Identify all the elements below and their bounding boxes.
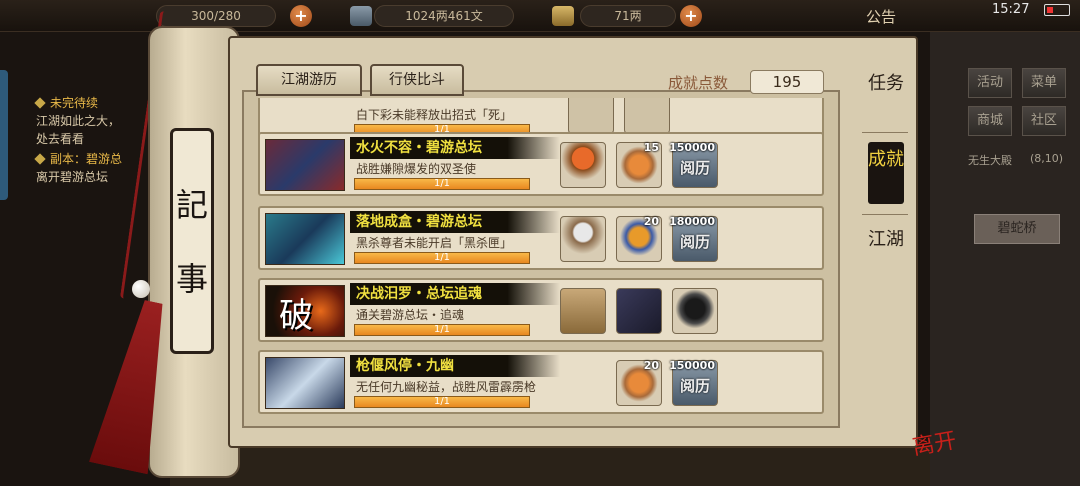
achievement-row[interactable]: 落地成盒・碧游总坛 黑杀尊者未能开启「黑杀匣」 1/1 20 180000 阅历 bbox=[258, 206, 824, 270]
bottom-menu-bar bbox=[170, 446, 930, 486]
quest-panel-edge bbox=[0, 70, 8, 200]
achievement-title: 枪偃风停・九幽 bbox=[350, 355, 560, 377]
diamond-icon bbox=[34, 97, 46, 109]
dungeon-text: 离开碧游总坛 bbox=[36, 170, 109, 184]
tab-divider bbox=[862, 214, 908, 215]
book-icon[interactable]: 180000 阅历 bbox=[669, 215, 718, 262]
orb-stand-icon[interactable] bbox=[560, 142, 606, 188]
location-name: 无生大殿 bbox=[968, 154, 1012, 167]
progress-bar: 1/1 bbox=[354, 396, 530, 408]
achievement-title: 决战汨罗・总坛追魂 bbox=[350, 283, 560, 305]
bridge-button[interactable]: 碧蛇桥 bbox=[974, 214, 1060, 244]
gold-ingot-icon bbox=[552, 6, 574, 26]
location-coords: (8,10) bbox=[1030, 152, 1064, 165]
dungeon-title: 副本：碧游总 bbox=[34, 150, 122, 167]
achievement-title: 水火不容・碧游总坛 bbox=[350, 137, 560, 159]
stamina-counter: 300/280 bbox=[156, 5, 276, 27]
reward-count: 15 bbox=[643, 141, 659, 154]
armor-icon[interactable] bbox=[616, 288, 662, 334]
achievement-title: 落地成盒・碧游总坛 bbox=[350, 211, 560, 233]
tab-jianghu[interactable]: 江湖 bbox=[868, 228, 904, 280]
achievement-thumbnail bbox=[265, 357, 345, 409]
reward-count: 150000 bbox=[669, 359, 715, 372]
book-icon[interactable]: 150000 阅历 bbox=[669, 141, 718, 188]
tab-divider bbox=[862, 132, 908, 133]
activity-button[interactable]: 活动 bbox=[968, 68, 1012, 98]
money-counter: 1024两461文 bbox=[374, 5, 514, 27]
achievement-desc: 战胜嫌隙爆发的双圣使 bbox=[356, 162, 477, 176]
reward-count: 20 bbox=[643, 215, 659, 228]
achievement-row[interactable]: 水火不容・碧游总坛 战胜嫌隙爆发的双圣使 1/1 15 150000 阅历 bbox=[258, 132, 824, 196]
achievement-thumbnail: 破 bbox=[265, 285, 345, 337]
progress-text: 1/1 bbox=[433, 252, 451, 263]
scroll-title-char: 事 bbox=[175, 260, 208, 298]
coin-icon bbox=[350, 6, 372, 26]
manual-book-icon[interactable] bbox=[560, 288, 606, 334]
achievement-points-label: 成就点数 bbox=[668, 74, 729, 92]
orb-stand-icon[interactable] bbox=[560, 216, 606, 262]
scroll-label bbox=[170, 128, 214, 354]
achievement-thumbnail bbox=[265, 139, 345, 191]
tab-task[interactable]: 任务 bbox=[868, 72, 904, 124]
scroll-title-char: 記 bbox=[175, 186, 208, 224]
reward-label: 阅历 bbox=[679, 233, 710, 251]
orb-plate-icon[interactable]: 20 bbox=[616, 215, 662, 262]
achievement-desc: 白下彩未能释放出招式「死」 bbox=[356, 108, 513, 122]
tab-xingxia-duel[interactable]: 行侠比斗 bbox=[370, 64, 464, 96]
fruit-plate-icon[interactable]: 20 bbox=[616, 359, 662, 406]
progress-text: 1/1 bbox=[433, 178, 451, 189]
reward-label: 阅历 bbox=[679, 159, 710, 177]
gold-counter: 71两 bbox=[580, 5, 676, 27]
achievement-row[interactable]: 枪偃风停・九幽 无任何九幽秘益，战胜风雷霹雳枪 1/1 20 150000 阅历 bbox=[258, 350, 824, 414]
menu-button[interactable]: 菜单 bbox=[1022, 68, 1066, 98]
break-glyph: 破 bbox=[279, 296, 313, 336]
diamond-icon bbox=[34, 153, 46, 165]
achievement-desc: 无任何九幽秘益，战胜风雷霹雳枪 bbox=[356, 380, 537, 394]
progress-text: 1/1 bbox=[433, 396, 451, 407]
reward-label: 阅历 bbox=[679, 377, 710, 395]
clock: 15:27 bbox=[992, 2, 1030, 17]
jade-bead bbox=[132, 280, 150, 298]
quest-text: 处去看看 bbox=[36, 132, 85, 146]
hood-icon[interactable] bbox=[672, 288, 718, 334]
battery-icon bbox=[1044, 4, 1070, 16]
shop-button[interactable]: 商城 bbox=[968, 106, 1012, 136]
fruit-plate-icon[interactable]: 15 bbox=[616, 141, 662, 188]
add-gold-button[interactable]: + bbox=[680, 5, 702, 27]
tab-jianghu-travel[interactable]: 江湖游历 bbox=[256, 64, 362, 96]
progress-bar: 1/1 bbox=[354, 178, 530, 190]
achievement-desc: 通关碧游总坛・追魂 bbox=[356, 308, 465, 322]
reward-count: 150000 bbox=[669, 141, 715, 154]
notice-button[interactable]: 公告 bbox=[866, 6, 896, 27]
side-menu bbox=[930, 32, 1080, 486]
progress-text: 1/1 bbox=[433, 324, 451, 335]
community-button[interactable]: 社区 bbox=[1022, 106, 1066, 136]
reward-count: 180000 bbox=[669, 215, 715, 228]
progress-bar: 1/1 bbox=[354, 252, 530, 264]
progress-bar: 1/1 bbox=[354, 324, 530, 336]
achievement-desc: 黑杀尊者未能开启「黑杀匣」 bbox=[356, 236, 513, 250]
reward-count: 20 bbox=[643, 359, 659, 372]
achievement-thumbnail bbox=[265, 213, 345, 265]
quest-title: 未完待续 bbox=[34, 94, 98, 111]
achievement-row[interactable]: 破 决战汨罗・总坛追魂 通关碧游总坛・追魂 1/1 bbox=[258, 278, 824, 342]
tab-achievement[interactable]: 成就 bbox=[868, 142, 904, 204]
add-stamina-button[interactable]: + bbox=[290, 5, 312, 27]
book-icon[interactable]: 150000 阅历 bbox=[669, 359, 718, 406]
achievement-points-value: 195 bbox=[750, 70, 824, 94]
quest-text: 江湖如此之大， bbox=[36, 114, 121, 128]
